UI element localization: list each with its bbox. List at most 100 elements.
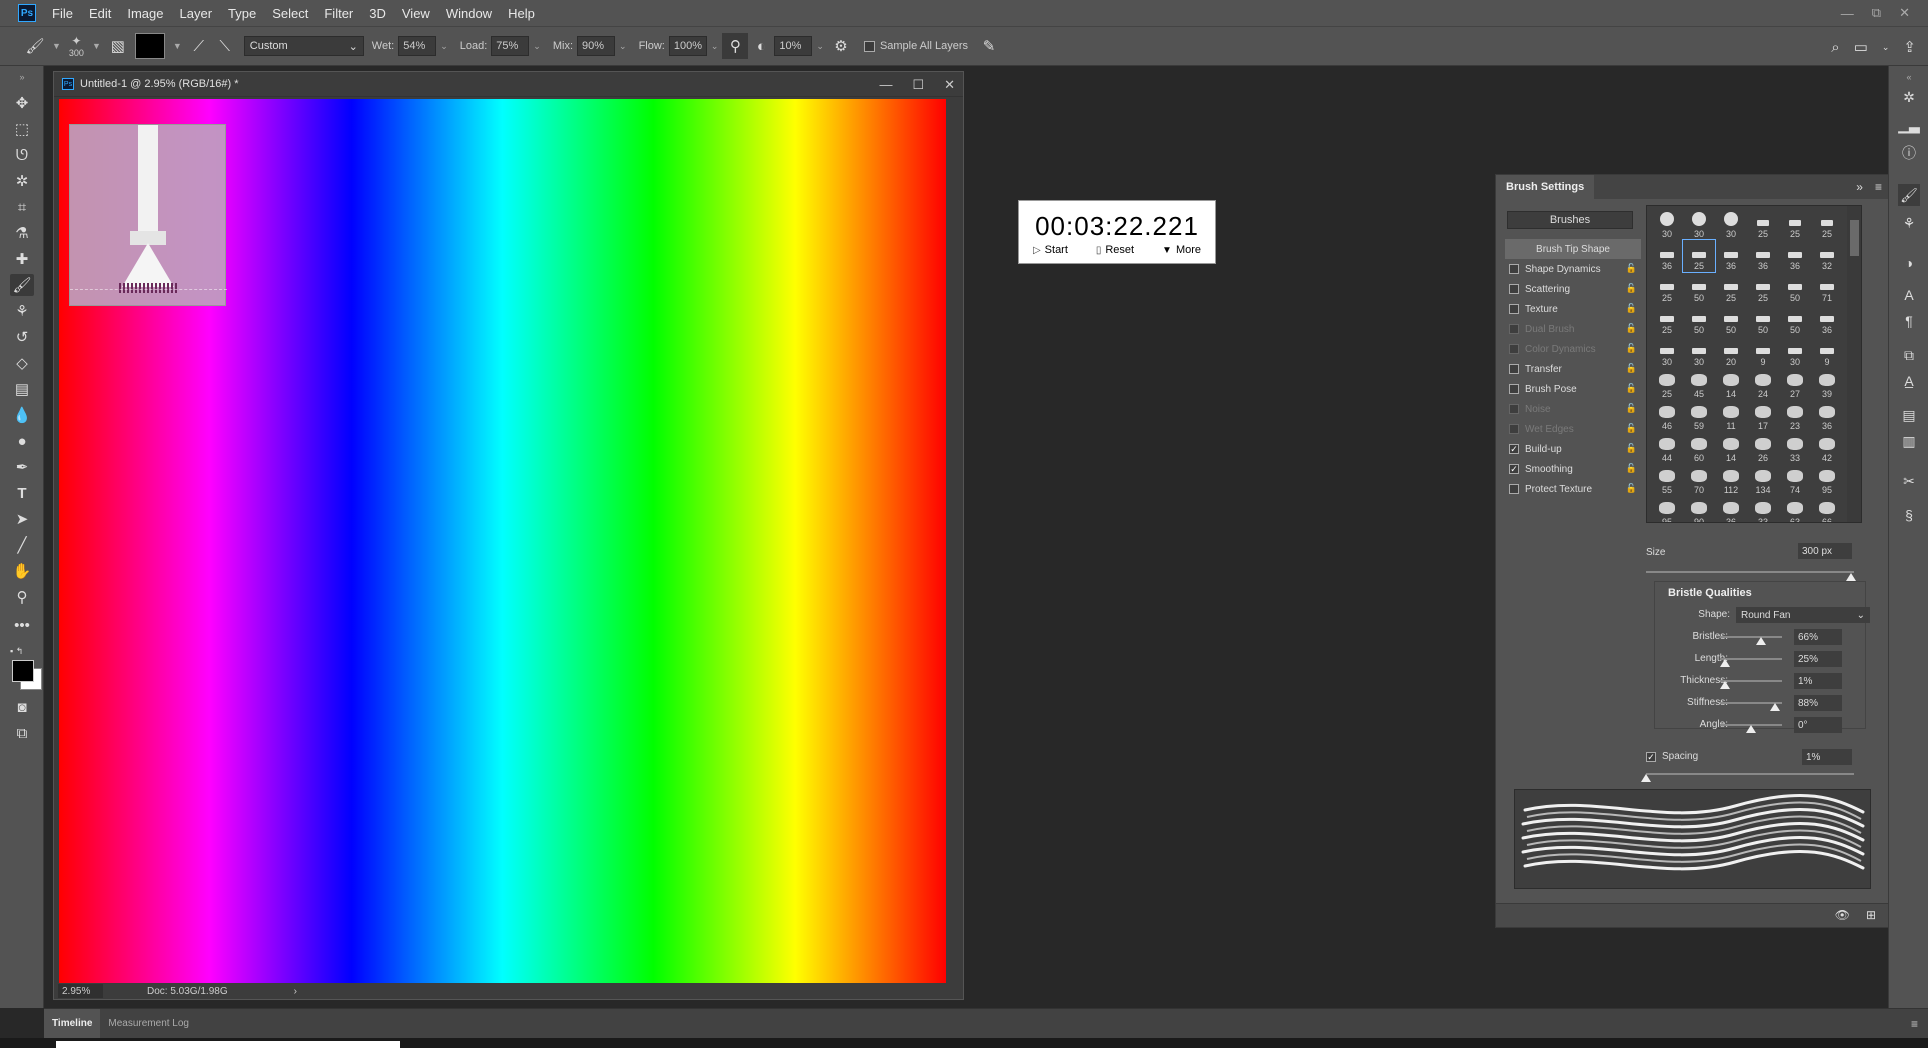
document-title-bar[interactable]: Ps Untitled-1 @ 2.95% (RGB/16#) * — ☐ ✕ — [54, 72, 963, 97]
bristles-slider-thumb[interactable] — [1756, 637, 1766, 645]
spacing-checkbox[interactable]: ✓ — [1646, 751, 1656, 762]
brush-section-item[interactable]: Texture 🔓 — [1505, 299, 1641, 319]
brush-tip-preset[interactable]: 26 — [1747, 432, 1779, 464]
history-brush-tool-icon[interactable]: ↺ — [10, 326, 34, 348]
section-checkbox[interactable] — [1509, 284, 1519, 294]
brush-section-item[interactable]: ✓ Smoothing 🔓 — [1505, 459, 1641, 479]
document-size-info[interactable]: Doc: 5.03G/1.98G — [147, 986, 228, 997]
brush-tip-preset[interactable]: 95 — [1651, 496, 1683, 522]
create-new-brush-icon[interactable]: ⊞ — [1866, 908, 1876, 922]
menu-view[interactable]: View — [394, 6, 438, 21]
brush-tip-preset[interactable]: 36 — [1811, 304, 1843, 336]
brush-tip-preset[interactable]: 11 — [1715, 400, 1747, 432]
brush-tip-preset[interactable]: 45 — [1683, 368, 1715, 400]
brush-preset-picker[interactable]: ✦ 300 — [69, 34, 84, 58]
menu-file[interactable]: File — [44, 6, 81, 21]
menu-filter[interactable]: Filter — [316, 6, 361, 21]
paragraph-icon[interactable]: ¶ — [1898, 310, 1920, 332]
paths-icon[interactable]: § — [1898, 504, 1920, 526]
brush-tip-preset[interactable]: 50 — [1747, 304, 1779, 336]
minimize-document-icon[interactable]: — — [879, 77, 892, 92]
brush-tip-preset[interactable]: 23 — [1779, 400, 1811, 432]
maximize-document-icon[interactable]: ☐ — [912, 77, 924, 93]
hand-tool-icon[interactable]: ✋ — [10, 560, 34, 582]
brush-tip-preset[interactable]: 50 — [1683, 304, 1715, 336]
lock-icon[interactable]: 🔓 — [1626, 423, 1637, 434]
brush-tip-preset[interactable]: 90 — [1683, 496, 1715, 522]
brush-section-item[interactable]: Dual Brush 🔓 — [1505, 319, 1641, 339]
brush-tip-preset[interactable]: 50 — [1715, 304, 1747, 336]
brush-tip-preset[interactable]: 66 — [1811, 496, 1843, 522]
brush-tip-preset[interactable]: 25 — [1715, 272, 1747, 304]
pen-tool-icon[interactable]: ✒ — [10, 456, 34, 478]
wet-input[interactable]: 54% — [398, 36, 437, 56]
load-chevron-icon[interactable]: ⌄ — [533, 41, 541, 52]
eraser-tool-icon[interactable]: ◇ — [10, 352, 34, 374]
character-icon[interactable]: A — [1898, 284, 1920, 306]
brush-section-item[interactable]: Noise 🔓 — [1505, 399, 1641, 419]
spacing-slider-thumb[interactable] — [1641, 774, 1651, 782]
lock-icon[interactable]: 🔓 — [1626, 303, 1637, 314]
menu-edit[interactable]: Edit — [81, 6, 119, 21]
brush-tip-preset[interactable]: 46 — [1651, 400, 1683, 432]
clone-source-icon[interactable]: ⚘ — [1898, 212, 1920, 234]
flow-chevron-icon[interactable]: ⌄ — [711, 41, 719, 52]
thickness-input[interactable]: 1% — [1794, 673, 1842, 689]
lock-icon[interactable]: 🔓 — [1626, 283, 1637, 294]
line-tool-icon[interactable]: ╱ — [10, 534, 34, 556]
brush-tip-preset[interactable]: 95 — [1811, 464, 1843, 496]
brush-tip-preset[interactable]: 30 — [1683, 208, 1715, 240]
brush-section-item[interactable]: Wet Edges 🔓 — [1505, 419, 1641, 439]
restore-app-button[interactable]: ⧉ — [1872, 5, 1881, 21]
brush-tip-preset[interactable]: 30 — [1715, 208, 1747, 240]
brush-tip-preset[interactable]: 36 — [1747, 240, 1779, 272]
section-checkbox[interactable] — [1509, 364, 1519, 374]
thickness-slider-thumb[interactable] — [1720, 681, 1730, 689]
brushes-button[interactable]: Brushes — [1507, 211, 1633, 229]
mix-chevron-icon[interactable]: ⌄ — [619, 41, 627, 52]
foreground-color-swatch[interactable] — [12, 660, 34, 682]
brush-section-item[interactable]: Protect Texture 🔓 — [1505, 479, 1641, 499]
tip-grid-scroll-thumb[interactable] — [1850, 220, 1859, 256]
brush-tip-preset[interactable]: 25 — [1651, 368, 1683, 400]
smoothing-options-gear-icon[interactable]: ⚙ — [828, 33, 854, 59]
load-input[interactable]: 75% — [491, 36, 530, 56]
brush-tool-icon[interactable]: 🖌 — [10, 274, 34, 296]
menu-help[interactable]: Help — [500, 6, 543, 21]
bottom-panel-menu-icon[interactable]: ≡ — [1911, 1017, 1918, 1031]
menu-window[interactable]: Window — [438, 6, 500, 21]
menu-image[interactable]: Image — [119, 6, 171, 21]
type-tool-icon[interactable]: T — [10, 482, 34, 504]
quick-mask-icon[interactable]: ◙ — [10, 696, 34, 718]
brush-tip-preset[interactable]: 25 — [1747, 208, 1779, 240]
stiffness-slider-thumb[interactable] — [1770, 703, 1780, 711]
brush-tip-preset[interactable]: 9 — [1747, 336, 1779, 368]
menu-layer[interactable]: Layer — [172, 6, 221, 21]
preset-select[interactable]: Custom ⌄ — [243, 36, 364, 56]
expand-toolbar-icon[interactable]: » — [10, 66, 34, 88]
brush-tip-preset[interactable]: 70 — [1683, 464, 1715, 496]
tab-timeline[interactable]: Timeline — [44, 1008, 101, 1039]
mix-input[interactable]: 90% — [577, 36, 616, 56]
brush-tip-preset[interactable]: 134 — [1747, 464, 1779, 496]
section-checkbox[interactable]: ✓ — [1509, 464, 1519, 474]
lock-icon[interactable]: 🔓 — [1626, 443, 1637, 454]
brush-settings-panel-icon[interactable]: 🖌 — [1898, 184, 1920, 206]
section-checkbox[interactable] — [1509, 484, 1519, 494]
magic-wand-tool-icon[interactable]: ✲ — [10, 170, 34, 192]
length-input[interactable]: 25% — [1794, 651, 1842, 667]
taskbar-search-box[interactable] — [56, 1041, 400, 1048]
brush-tip-preset[interactable]: 36 — [1651, 240, 1683, 272]
brush-tip-preset[interactable]: 32 — [1811, 240, 1843, 272]
lock-icon[interactable]: 🔓 — [1626, 463, 1637, 474]
collapse-panel-icon[interactable]: » — [1856, 180, 1863, 194]
eyedropper-tool-icon[interactable]: ⚗ — [10, 222, 34, 244]
navigator-icon[interactable]: ◑ — [1898, 252, 1920, 274]
brush-settings-toggle-icon[interactable]: ▧ — [105, 33, 131, 59]
lock-icon[interactable]: 🔓 — [1626, 263, 1637, 274]
brush-tip-preset[interactable]: 50 — [1779, 304, 1811, 336]
smoothing-chevron-icon[interactable]: ⌄ — [816, 41, 824, 52]
section-checkbox[interactable] — [1509, 344, 1519, 354]
lock-icon[interactable]: 🔓 — [1626, 343, 1637, 354]
shape-select[interactable]: Round Fan ⌄ — [1736, 607, 1870, 623]
